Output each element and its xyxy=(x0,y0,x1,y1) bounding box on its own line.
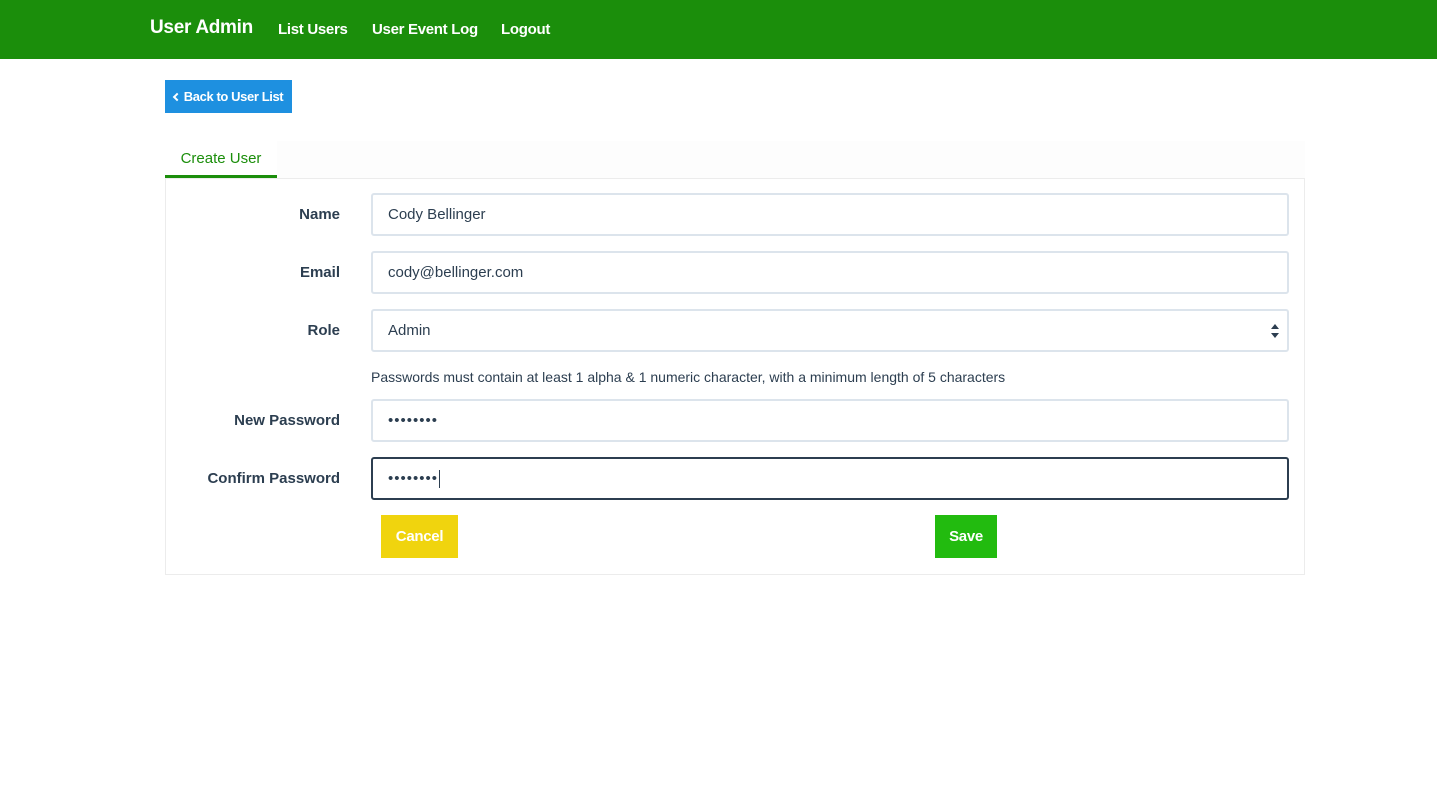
tab-bar xyxy=(165,141,1305,178)
name-input[interactable]: Cody Bellinger xyxy=(371,193,1289,236)
name-label: Name xyxy=(299,206,340,223)
email-input-value: cody@bellinger.com xyxy=(388,264,524,281)
confirm-password-input[interactable]: •••••••• xyxy=(371,457,1289,500)
confirm-password-value: •••••••• xyxy=(388,470,439,487)
brand-link[interactable]: User Admin xyxy=(150,17,253,39)
email-label: Email xyxy=(299,264,340,281)
role-select-value: Admin xyxy=(388,322,431,339)
select-arrows-icon xyxy=(1271,324,1279,338)
text-cursor xyxy=(439,469,441,488)
tab-create-user[interactable]: Create User xyxy=(165,141,277,178)
nav-link-logout[interactable]: Logout xyxy=(501,21,550,38)
role-label: Role xyxy=(307,322,340,339)
role-select[interactable]: Admin xyxy=(371,309,1289,352)
save-button[interactable]: Save xyxy=(935,515,997,558)
back-to-user-list-button[interactable]: Back to User List xyxy=(165,80,292,113)
back-button-label: Back to User List xyxy=(183,89,284,104)
name-input-value: Cody Bellinger xyxy=(388,206,486,223)
cancel-button[interactable]: Cancel xyxy=(381,515,458,558)
new-password-input[interactable]: •••••••• xyxy=(371,399,1289,442)
nav-link-user-event-log[interactable]: User Event Log xyxy=(372,21,478,38)
email-input[interactable]: cody@bellinger.com xyxy=(371,251,1289,294)
new-password-label: New Password xyxy=(234,412,340,429)
confirm-password-label: Confirm Password xyxy=(207,470,340,487)
password-help-text: Passwords must contain at least 1 alpha … xyxy=(371,369,1006,385)
nav-link-list-users[interactable]: List Users xyxy=(278,21,348,38)
top-navbar: User Admin List Users User Event Log Log… xyxy=(0,0,1437,59)
chevron-left-icon xyxy=(172,92,182,102)
new-password-value: •••••••• xyxy=(388,412,439,429)
